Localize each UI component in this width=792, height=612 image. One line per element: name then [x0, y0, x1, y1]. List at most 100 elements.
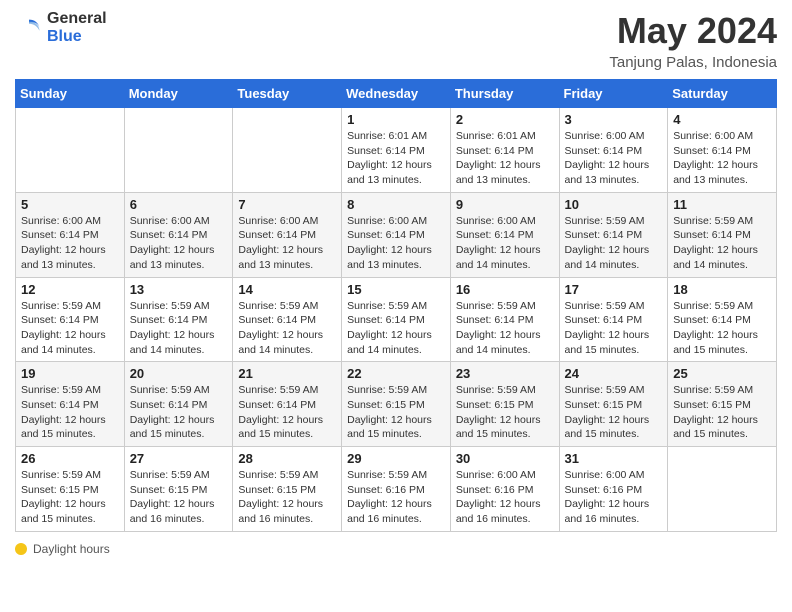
day-number: 6	[130, 197, 228, 212]
day-info: Sunrise: 5:59 AM Sunset: 6:16 PM Dayligh…	[347, 468, 445, 527]
calendar-table: SundayMondayTuesdayWednesdayThursdayFrid…	[15, 79, 777, 532]
calendar-cell	[233, 108, 342, 193]
day-info: Sunrise: 6:00 AM Sunset: 6:16 PM Dayligh…	[565, 468, 663, 527]
day-number: 15	[347, 282, 445, 297]
day-info: Sunrise: 5:59 AM Sunset: 6:14 PM Dayligh…	[238, 383, 336, 442]
day-number: 18	[673, 282, 771, 297]
day-info: Sunrise: 5:59 AM Sunset: 6:15 PM Dayligh…	[238, 468, 336, 527]
day-number: 29	[347, 451, 445, 466]
day-info: Sunrise: 5:59 AM Sunset: 6:15 PM Dayligh…	[565, 383, 663, 442]
calendar-header-row: SundayMondayTuesdayWednesdayThursdayFrid…	[16, 80, 777, 108]
calendar-cell: 2 Sunrise: 6:01 AM Sunset: 6:14 PM Daylig…	[450, 108, 559, 193]
calendar-cell: 28Sunrise: 5:59 AM Sunset: 6:15 PM Dayli…	[233, 447, 342, 532]
day-number: 12	[21, 282, 119, 297]
day-info: Sunrise: 5:59 AM Sunset: 6:14 PM Dayligh…	[130, 383, 228, 442]
day-info: Sunrise: 6:00 AM Sunset: 6:14 PM Dayligh…	[565, 129, 663, 188]
calendar-cell: 3 Sunrise: 6:00 AM Sunset: 6:14 PM Daylig…	[559, 108, 668, 193]
logo-general-text: General	[47, 10, 107, 28]
day-number: 17	[565, 282, 663, 297]
calendar-week-row: 5 Sunrise: 6:00 AM Sunset: 6:14 PM Daylig…	[16, 192, 777, 277]
calendar-cell: 22Sunrise: 5:59 AM Sunset: 6:15 PM Dayli…	[342, 362, 451, 447]
calendar-cell: 20Sunrise: 5:59 AM Sunset: 6:14 PM Dayli…	[124, 362, 233, 447]
day-number: 14	[238, 282, 336, 297]
calendar-cell: 8 Sunrise: 6:00 AM Sunset: 6:14 PM Daylig…	[342, 192, 451, 277]
calendar-cell: 25 Sunrise: 5:59 AM Sunset: 6:15 PM Dayli…	[668, 362, 777, 447]
generalblue-logo-icon	[15, 14, 43, 42]
calendar-day-header: Sunday	[16, 80, 125, 108]
day-info: Sunrise: 5:59 AM Sunset: 6:15 PM Dayligh…	[456, 383, 554, 442]
day-info: Sunrise: 6:00 AM Sunset: 6:14 PM Dayligh…	[456, 214, 554, 273]
day-info: Sunrise: 5:59 AM Sunset: 6:15 PM Dayligh…	[130, 468, 228, 527]
calendar-week-row: 12 Sunrise: 5:59 AM Sunset: 6:14 PM Dayli…	[16, 277, 777, 362]
calendar-cell: 26 Sunrise: 5:59 AM Sunset: 6:15 PM Dayli…	[16, 447, 125, 532]
calendar-footer: Daylight hours	[15, 542, 777, 556]
calendar-cell: 14Sunrise: 5:59 AM Sunset: 6:14 PM Dayli…	[233, 277, 342, 362]
calendar-cell: 24 Sunrise: 5:59 AM Sunset: 6:15 PM Dayli…	[559, 362, 668, 447]
calendar-day-header: Wednesday	[342, 80, 451, 108]
calendar-cell: 7 Sunrise: 6:00 AM Sunset: 6:14 PM Daylig…	[233, 192, 342, 277]
calendar-cell	[668, 447, 777, 532]
calendar-cell: 4Sunrise: 6:00 AM Sunset: 6:14 PM Daylig…	[668, 108, 777, 193]
calendar-cell: 1Sunrise: 6:01 AM Sunset: 6:14 PM Daylig…	[342, 108, 451, 193]
calendar-day-header: Saturday	[668, 80, 777, 108]
day-number: 23	[456, 366, 554, 381]
day-number: 2	[456, 112, 554, 127]
calendar-cell: 31Sunrise: 6:00 AM Sunset: 6:16 PM Dayli…	[559, 447, 668, 532]
calendar-cell	[124, 108, 233, 193]
day-info: Sunrise: 5:59 AM Sunset: 6:15 PM Dayligh…	[21, 468, 119, 527]
day-info: Sunrise: 6:00 AM Sunset: 6:14 PM Dayligh…	[238, 214, 336, 273]
calendar-cell: 9Sunrise: 6:00 AM Sunset: 6:14 PM Daylig…	[450, 192, 559, 277]
calendar-day-header: Tuesday	[233, 80, 342, 108]
calendar-cell: 13 Sunrise: 5:59 AM Sunset: 6:14 PM Dayli…	[124, 277, 233, 362]
day-number: 3	[565, 112, 663, 127]
day-info: Sunrise: 6:00 AM Sunset: 6:14 PM Dayligh…	[673, 129, 771, 188]
day-number: 11	[673, 197, 771, 212]
day-number: 5	[21, 197, 119, 212]
daylight-label: Daylight hours	[33, 542, 110, 556]
day-number: 21	[238, 366, 336, 381]
calendar-day-header: Monday	[124, 80, 233, 108]
day-number: 1	[347, 112, 445, 127]
day-number: 16	[456, 282, 554, 297]
calendar-cell: 21 Sunrise: 5:59 AM Sunset: 6:14 PM Dayli…	[233, 362, 342, 447]
calendar-cell	[16, 108, 125, 193]
calendar-week-row: 1 Sunrise: 6:01 AM Sunset: 6:14 PM Daylig…	[16, 108, 777, 193]
calendar-cell: 16Sunrise: 5:59 AM Sunset: 6:14 PM Dayli…	[450, 277, 559, 362]
day-number: 13	[130, 282, 228, 297]
day-number: 22	[347, 366, 445, 381]
calendar-cell: 23 Sunrise: 5:59 AM Sunset: 6:15 PM Dayli…	[450, 362, 559, 447]
calendar-cell: 6 Sunrise: 6:00 AM Sunset: 6:14 PM Daylig…	[124, 192, 233, 277]
day-info: Sunrise: 5:59 AM Sunset: 6:14 PM Dayligh…	[347, 299, 445, 358]
calendar-cell: 29 Sunrise: 5:59 AM Sunset: 6:16 PM Dayli…	[342, 447, 451, 532]
location-text: Tanjung Palas, Indonesia	[609, 54, 777, 71]
day-number: 8	[347, 197, 445, 212]
calendar-cell: 12Sunrise: 5:59 AM Sunset: 6:14 PM Dayli…	[16, 277, 125, 362]
day-info: Sunrise: 5:59 AM Sunset: 6:15 PM Dayligh…	[673, 383, 771, 442]
day-number: 26	[21, 451, 119, 466]
day-info: Sunrise: 6:00 AM Sunset: 6:16 PM Dayligh…	[456, 468, 554, 527]
day-info: Sunrise: 6:00 AM Sunset: 6:14 PM Dayligh…	[347, 214, 445, 273]
calendar-cell: 11Sunrise: 5:59 AM Sunset: 6:14 PM Dayli…	[668, 192, 777, 277]
logo-blue-text: Blue	[47, 28, 107, 46]
day-number: 10	[565, 197, 663, 212]
day-info: Sunrise: 5:59 AM Sunset: 6:14 PM Dayligh…	[673, 299, 771, 358]
day-info: Sunrise: 5:59 AM Sunset: 6:14 PM Dayligh…	[565, 214, 663, 273]
logo: General Blue	[15, 10, 107, 45]
day-info: Sunrise: 6:00 AM Sunset: 6:14 PM Dayligh…	[21, 214, 119, 273]
day-info: Sunrise: 6:00 AM Sunset: 6:14 PM Dayligh…	[130, 214, 228, 273]
day-number: 7	[238, 197, 336, 212]
calendar-cell: 10 Sunrise: 5:59 AM Sunset: 6:14 PM Dayli…	[559, 192, 668, 277]
day-info: Sunrise: 5:59 AM Sunset: 6:14 PM Dayligh…	[565, 299, 663, 358]
day-info: Sunrise: 6:01 AM Sunset: 6:14 PM Dayligh…	[456, 129, 554, 188]
calendar-cell: 30Sunrise: 6:00 AM Sunset: 6:16 PM Dayli…	[450, 447, 559, 532]
calendar-week-row: 26 Sunrise: 5:59 AM Sunset: 6:15 PM Dayli…	[16, 447, 777, 532]
day-number: 24	[565, 366, 663, 381]
day-info: Sunrise: 5:59 AM Sunset: 6:14 PM Dayligh…	[21, 383, 119, 442]
day-number: 25	[673, 366, 771, 381]
calendar-day-header: Friday	[559, 80, 668, 108]
calendar-week-row: 19 Sunrise: 5:59 AM Sunset: 6:14 PM Dayli…	[16, 362, 777, 447]
day-info: Sunrise: 5:59 AM Sunset: 6:14 PM Dayligh…	[130, 299, 228, 358]
calendar-cell: 19 Sunrise: 5:59 AM Sunset: 6:14 PM Dayli…	[16, 362, 125, 447]
day-number: 19	[21, 366, 119, 381]
month-title: May 2024	[609, 10, 777, 52]
